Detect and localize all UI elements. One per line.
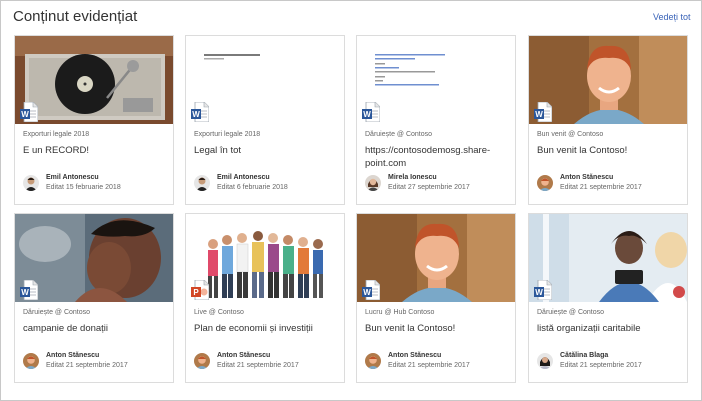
document-preview-thumbnail [186,36,344,124]
content-card[interactable]: Dăruiește @ Contoso campanie de donații … [14,213,174,383]
card-author: Mirela Ionescu [388,174,437,181]
smiling-man-thumbnail [357,214,515,302]
avatar [537,353,553,369]
card-edited-date: Editat 27 septembrie 2017 [388,184,470,191]
card-edited-date: Editat 21 septembrie 2017 [217,362,299,369]
card-edited-date: Editat 21 septembrie 2017 [388,362,470,369]
card-edited-date: Editat 21 septembrie 2017 [560,184,642,191]
avatar [537,175,553,191]
avatar [23,175,39,191]
card-source: Dăruiește @ Contoso [365,131,433,138]
record-player-thumbnail [15,36,173,124]
card-title[interactable]: Legal în tot [194,144,336,157]
avatar [23,353,39,369]
card-author: Anton Stănescu [388,352,442,359]
word-doc-icon [534,102,552,122]
card-author: Emil Antonescu [46,174,99,181]
card-title[interactable]: campanie de donații [23,322,165,335]
word-doc-icon [20,102,38,122]
card-source: Live @ Contoso [194,309,244,316]
content-card[interactable]: Dăruiește @ Contoso listă organizații ca… [528,213,688,383]
card-source: Exporturi legale 2018 [23,131,90,138]
word-doc-icon [191,102,209,122]
card-edited-date: Editat 15 februarie 2018 [46,184,121,191]
word-doc-icon [362,280,380,300]
card-title[interactable]: E un RECORD! [23,144,165,157]
card-title[interactable]: Bun venit la Contoso! [537,144,679,157]
content-card[interactable]: Live @ Contoso Plan de economii și inves… [185,213,345,383]
card-title[interactable]: https://contosodemosg.share-point.com [365,144,507,170]
section-title: Conținut evidențiat [13,8,138,25]
smiling-man-thumbnail [529,36,687,124]
card-edited-date: Editat 21 septembrie 2017 [560,362,642,369]
content-card[interactable]: Lucru @ Hub Contoso Bun venit la Contoso… [356,213,516,383]
document-preview-thumbnail [357,36,515,124]
avatar [194,353,210,369]
card-author: Anton Stănescu [217,352,271,359]
avatar [365,175,381,191]
card-title[interactable]: Plan de economii și investiții [194,322,336,335]
avatar [194,175,210,191]
word-doc-icon [20,280,38,300]
card-author: Cătălina Blaga [560,352,609,359]
thinking-boy-thumbnail [15,214,173,302]
word-doc-icon [534,280,552,300]
avatar [365,353,381,369]
content-card[interactable]: Dăruiește @ Contoso https://contosodemos… [356,35,516,205]
card-source: Dăruiește @ Contoso [537,309,605,316]
card-source: Bun venit @ Contoso [537,131,604,138]
card-author: Emil Antonescu [217,174,270,181]
card-source: Exporturi legale 2018 [194,131,261,138]
content-card[interactable]: Exporturi legale 2018 E un RECORD! Emil … [14,35,174,205]
see-all-link[interactable]: Vedeți tot [653,12,691,22]
card-author: Anton Stănescu [560,174,614,181]
card-source: Dăruiește @ Contoso [23,309,91,316]
content-card[interactable]: Bun venit @ Contoso Bun venit la Contoso… [528,35,688,205]
powerpoint-doc-icon [191,280,209,300]
card-title[interactable]: Bun venit la Contoso! [365,322,507,335]
word-doc-icon [362,102,380,122]
card-edited-date: Editat 6 februarie 2018 [217,184,288,191]
content-card[interactable]: Exporturi legale 2018 Legal în tot Emil … [185,35,345,205]
card-title[interactable]: listă organizații caritabile [537,322,679,335]
card-source: Lucru @ Hub Contoso [365,309,435,316]
group-of-people-thumbnail [186,214,344,302]
kids-with-tablet-thumbnail [529,214,687,302]
card-author: Anton Stănescu [46,352,100,359]
card-edited-date: Editat 21 septembrie 2017 [46,362,128,369]
